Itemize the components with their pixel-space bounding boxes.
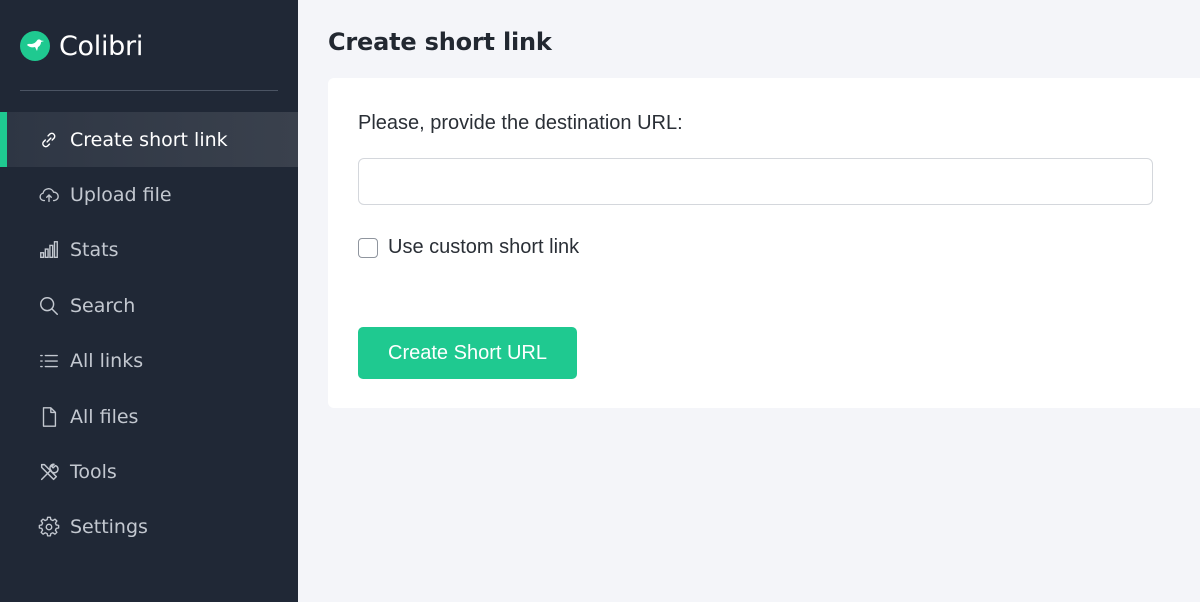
- sidebar-item-all-links[interactable]: All links: [0, 334, 298, 389]
- custom-short-link-checkbox[interactable]: [358, 237, 378, 258]
- search-icon: [38, 295, 60, 317]
- sidebar-item-label: Tools: [70, 461, 117, 484]
- sidebar-item-all-files[interactable]: All files: [0, 389, 298, 444]
- sidebar-item-upload-file[interactable]: Upload file: [0, 167, 298, 222]
- sidebar-item-label: All files: [70, 405, 139, 428]
- file-icon: [38, 406, 60, 428]
- gear-icon: [38, 516, 60, 538]
- sidebar-nav: Create short link Upload file Stats Sear…: [0, 112, 298, 555]
- sidebar-item-label: Settings: [70, 516, 148, 539]
- hummingbird-icon: [20, 31, 50, 61]
- cloud-upload-icon: [38, 184, 60, 206]
- create-short-url-button[interactable]: Create Short URL: [358, 327, 577, 379]
- sidebar-item-label: Upload file: [70, 184, 172, 207]
- sidebar-item-stats[interactable]: Stats: [0, 223, 298, 278]
- sidebar-item-label: Search: [70, 294, 136, 317]
- destination-url-input[interactable]: [358, 158, 1153, 205]
- sidebar-item-search[interactable]: Search: [0, 278, 298, 333]
- sidebar-item-tools[interactable]: Tools: [0, 444, 298, 499]
- list-icon: [38, 350, 60, 372]
- custom-short-link-label[interactable]: Use custom short link: [388, 236, 579, 259]
- sidebar-item-label: Stats: [70, 239, 119, 262]
- sidebar-item-settings[interactable]: Settings: [0, 500, 298, 555]
- brand[interactable]: Colibri: [20, 26, 143, 66]
- brand-name: Colibri: [59, 30, 144, 62]
- tools-icon: [38, 461, 60, 483]
- sidebar-item-label: All links: [70, 350, 144, 373]
- link-icon: [38, 129, 60, 151]
- bar-chart-icon: [38, 239, 60, 261]
- url-field-label: Please, provide the destination URL:: [358, 112, 683, 134]
- custom-short-link-option[interactable]: Use custom short link: [358, 236, 579, 259]
- sidebar: Colibri Create short link Upload file St…: [0, 0, 298, 602]
- sidebar-divider: [20, 90, 278, 91]
- sidebar-item-label: Create short link: [70, 128, 228, 151]
- create-link-form: Please, provide the destination URL: Use…: [328, 78, 1200, 408]
- page-title: Create short link: [328, 28, 552, 56]
- sidebar-item-create-short-link[interactable]: Create short link: [0, 112, 298, 168]
